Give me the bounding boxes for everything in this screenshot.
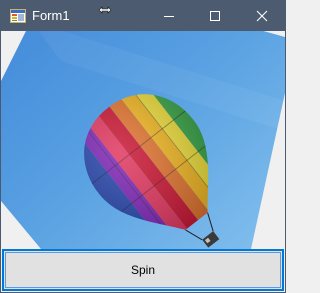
hot-air-balloon-rotated-photo — [1, 31, 285, 249]
minimize-icon — [164, 16, 174, 17]
resize-horizontal-cursor-icon — [98, 6, 112, 14]
minimize-button[interactable] — [146, 1, 192, 31]
spin-button-label: Spin — [5, 252, 281, 288]
maximize-button[interactable] — [192, 1, 238, 31]
maximize-icon — [210, 11, 220, 21]
client-area — [1, 31, 285, 249]
close-icon — [256, 10, 268, 22]
app-window: Form1 Spin — [0, 0, 286, 293]
window-title: Form1 — [32, 8, 70, 23]
winforms-app-icon — [10, 9, 26, 23]
close-button[interactable] — [239, 1, 285, 31]
spin-button[interactable]: Spin — [2, 249, 284, 291]
title-bar[interactable]: Form1 — [1, 1, 285, 31]
